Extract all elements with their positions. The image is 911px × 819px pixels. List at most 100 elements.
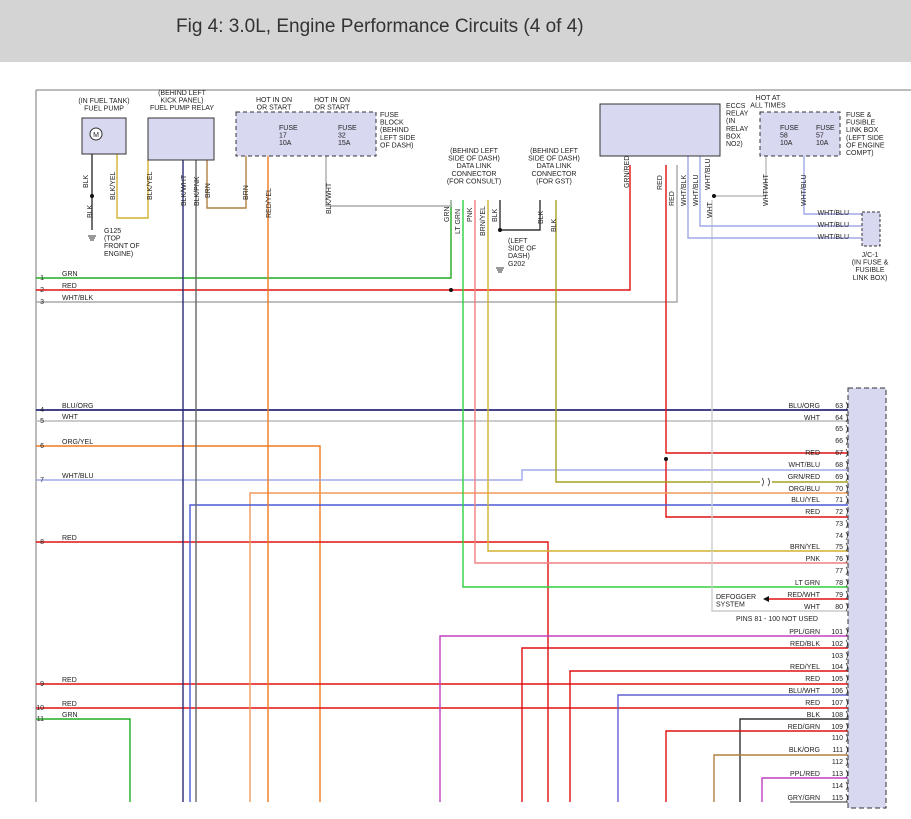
g125-label: (TOP xyxy=(104,236,121,243)
ecm-pin-label: RED/WHT xyxy=(787,592,820,599)
hot-at-all-times-label: ALL TIMES xyxy=(750,103,786,110)
ecm-pin-label: BLU/YEL xyxy=(791,497,820,504)
ecm-pin-number: 109 xyxy=(831,724,843,731)
defogger-label: DEFOGGER xyxy=(716,594,756,601)
vertical-wire-label: BLK xyxy=(87,204,94,218)
fuse-block-label: (BEHIND xyxy=(380,127,409,134)
ecm-pin-number: 77 xyxy=(835,568,843,575)
pin-mark xyxy=(845,662,848,672)
pin-mark xyxy=(845,733,848,743)
dlc-gst-label: DATA LINK xyxy=(537,163,572,170)
pin-mark xyxy=(845,495,848,505)
vertical-wire-label: BRN/YEL xyxy=(480,206,487,236)
eccs-relay-label: RELAY xyxy=(726,126,749,133)
dlc-consult-label: (FOR CONSULT) xyxy=(447,178,501,185)
left-wire-number: 3 xyxy=(40,299,44,306)
pin-mark xyxy=(845,781,848,791)
splice-blk xyxy=(90,194,94,198)
fuse-block-label: BLOCK xyxy=(380,120,404,127)
fuse-57-label: 57 xyxy=(816,133,824,140)
pin-mark xyxy=(845,639,848,649)
ecm-pin-number: 106 xyxy=(831,688,843,695)
wire-brn xyxy=(206,156,247,209)
ecm-pin-label: BLU/ORG xyxy=(788,403,820,410)
ecm-pin-number: 73 xyxy=(835,521,843,528)
vertical-wire-label: WHT/BLK xyxy=(681,175,688,206)
wire-pnk-76 xyxy=(474,200,848,564)
left-wire-number: 1 xyxy=(40,275,44,282)
jc1-label: J/C-1 xyxy=(862,252,879,259)
fuel-pump-label: FUEL PUMP xyxy=(84,106,124,113)
pin-mark xyxy=(845,722,848,732)
left-wire-number: 5 xyxy=(40,418,44,425)
ecm-pin-label: GRY/GRN xyxy=(787,795,820,802)
ecm-pin-label: RED xyxy=(805,676,820,683)
left-wire-number: 2 xyxy=(40,287,44,294)
ecm-pin-label: ORG/BLU xyxy=(788,486,820,493)
wire-blu-yel-71 xyxy=(189,504,848,802)
ecm-pin-label: BRN/YEL xyxy=(790,544,820,551)
eccs-relay-label: BOX xyxy=(726,133,741,140)
fuse-32-label: 15A xyxy=(338,140,351,147)
hot-in-on-label: OR START xyxy=(315,105,350,112)
jc-wire-label: WHT/BLU xyxy=(818,222,850,229)
left-wire-number: 8 xyxy=(40,539,44,546)
pin-mark xyxy=(845,757,848,767)
vertical-wire-label: BLK/PNK xyxy=(194,176,201,206)
left-wire-label: ORG/YEL xyxy=(62,439,93,446)
pin-mark xyxy=(845,484,848,494)
wire-blk-dlc-13 xyxy=(500,200,541,231)
vertical-wire-label: PNK xyxy=(467,207,474,222)
ecm-pin-number: 70 xyxy=(835,486,843,493)
ecm-pin-number: 113 xyxy=(832,771,843,778)
fuse-32-label: FUSE xyxy=(338,125,357,132)
wire-wht-fuse58 xyxy=(712,156,767,197)
vertical-wire-label: BLK/WHT xyxy=(181,174,188,206)
wire-wht-blk-3 xyxy=(36,165,678,303)
pin-mark xyxy=(845,651,848,661)
ecm-pin-label: GRN/RED xyxy=(788,474,820,481)
left-wire-number: 7 xyxy=(40,477,44,484)
connector-mark xyxy=(761,477,770,487)
fuse-block-box xyxy=(235,111,377,157)
ecm-pin-number: 111 xyxy=(832,747,843,754)
pin-mark xyxy=(845,602,848,612)
fuel-pump-relay-label: FUEL PUMP RELAY xyxy=(150,105,214,112)
fuse-block-label: FUSE xyxy=(380,112,399,119)
dlc-gst-label: CONNECTOR xyxy=(532,171,577,178)
pin-mark xyxy=(845,436,848,446)
g202-label: SIDE OF xyxy=(508,246,536,253)
jc-wire-label: WHT/BLU xyxy=(818,234,850,241)
hot-in-on-label: HOT IN ON xyxy=(256,97,292,104)
ecm-pin-label: PPL/RED xyxy=(790,771,820,778)
pin-mark xyxy=(845,519,848,529)
ecm-pin-number: 68 xyxy=(835,462,843,469)
left-wire-label: RED xyxy=(62,701,77,708)
jc1-label: LINK BOX) xyxy=(853,275,888,282)
pin-mark xyxy=(845,472,848,482)
wire-grn-11 xyxy=(36,718,131,802)
fuse-link-box-label: FUSIBLE xyxy=(846,120,876,127)
ecm-pin-label: PNK xyxy=(806,556,821,563)
left-wire-number: 10 xyxy=(36,705,44,712)
left-wire-number: 6 xyxy=(40,443,44,450)
jc1-box xyxy=(861,211,881,247)
eccs-relay-label: (IN xyxy=(726,118,735,125)
defogger-arrow xyxy=(763,596,769,602)
fuse-58-label: 10A xyxy=(780,140,793,147)
wire-red-72 xyxy=(665,459,848,518)
fuse-block-label: OF DASH) xyxy=(380,142,413,149)
fuse-link-box xyxy=(759,111,841,157)
eccs-relay-label: ECCS xyxy=(726,103,746,110)
left-wire-number: 9 xyxy=(40,681,44,688)
pin-mark xyxy=(845,460,848,470)
ecm-pin-label: BLK xyxy=(807,712,821,719)
wire-wht-blu-fuse57 xyxy=(803,156,862,215)
ecm-pin-number: 80 xyxy=(835,604,843,611)
vertical-wire-label: BRN xyxy=(243,185,250,200)
ecm-pin-label: WHT xyxy=(804,604,821,611)
ecm-module-box xyxy=(847,387,887,809)
vertical-wire-label: WHT/BLU xyxy=(801,175,808,207)
ecm-pin-number: 78 xyxy=(835,580,843,587)
vertical-wire-label: BLK xyxy=(492,208,499,222)
